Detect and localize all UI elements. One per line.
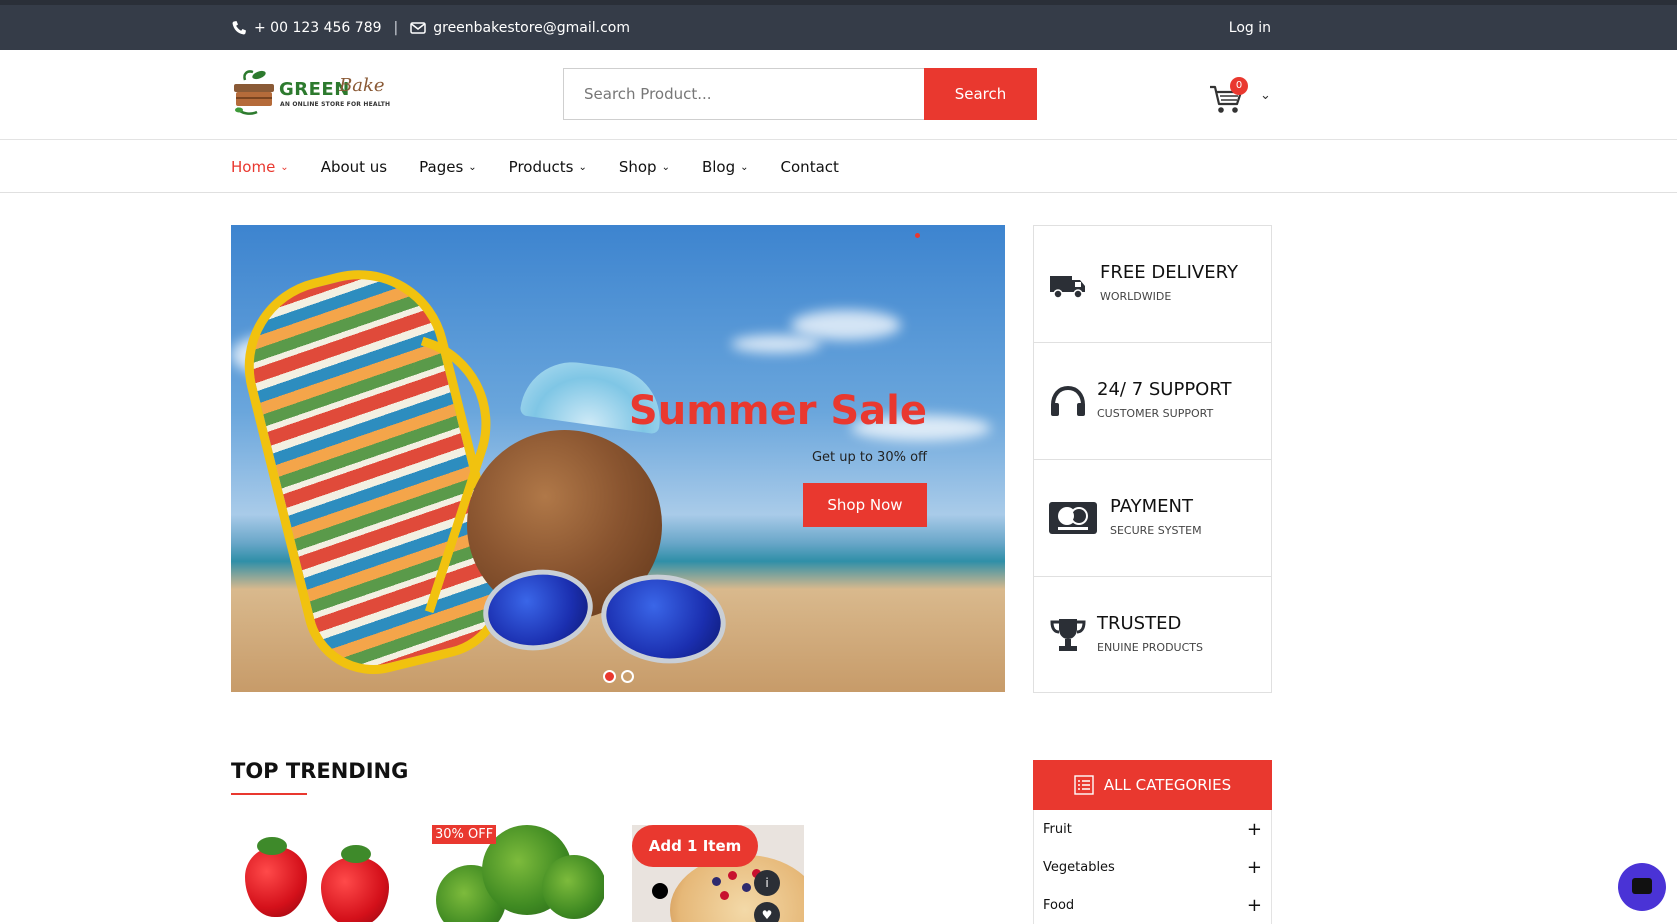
divider: |: [393, 19, 399, 36]
feature-title: PAYMENT: [1110, 496, 1193, 517]
hero-title: Summer Sale: [628, 388, 927, 434]
logo-tagline: AN ONLINE STORE FOR HEALTH: [280, 101, 391, 108]
hero-indicator-dot: [915, 233, 920, 238]
slider-dot-1[interactable]: [603, 670, 616, 683]
product-card[interactable]: 30% OFF: [432, 825, 604, 922]
heart-icon[interactable]: ♥: [754, 902, 780, 922]
nav-label: Home: [231, 158, 276, 176]
feature-title: 24/ 7 SUPPORT: [1097, 379, 1232, 400]
search-input[interactable]: [563, 68, 924, 120]
search-bar: Search: [563, 68, 1037, 120]
nav-label: Contact: [780, 158, 839, 176]
nav-item-pages[interactable]: Pages ⌄: [419, 158, 477, 176]
mastercard-icon: [1049, 502, 1097, 534]
hero-subtitle: Get up to 30% off: [811, 450, 927, 465]
slider-dot-2[interactable]: [621, 670, 634, 683]
section-title-top-trending: TOP TRENDING: [231, 759, 409, 783]
feature-trusted: TRUSTED ENUINE PRODUCTS: [1034, 577, 1271, 694]
phone-icon: [232, 20, 246, 34]
product-image-berry: [742, 883, 751, 892]
chat-widget-button[interactable]: [1618, 863, 1666, 911]
product-image-berry: [728, 871, 737, 880]
logo[interactable]: GREEN Bake AN ONLINE STORE FOR HEALTH: [231, 68, 401, 118]
category-label: Vegetables: [1043, 859, 1115, 875]
feature-support: 24/ 7 SUPPORT CUSTOMER SUPPORT: [1034, 343, 1271, 460]
cart-count-badge: 0: [1230, 77, 1248, 95]
nav-label: Products: [508, 158, 574, 176]
discount-badge: 30% OFF: [432, 825, 497, 844]
hero-cloud: [791, 310, 901, 340]
login-link[interactable]: Log in: [1229, 20, 1271, 36]
nav-label: Blog: [701, 158, 736, 176]
trophy-icon: [1050, 619, 1086, 651]
top-bar: + 00 123 456 789 | greenbakestore@gmail.…: [0, 0, 1677, 50]
all-categories-label: ALL CATEGORIES: [1103, 776, 1232, 794]
features-panel: FREE DELIVERY WORLDWIDE 24/ 7 SUPPORT CU…: [1033, 225, 1272, 693]
nav-item-home[interactable]: Home ⌄: [231, 158, 289, 176]
email-address[interactable]: greenbakestore@gmail.com: [433, 20, 630, 36]
feature-free-delivery: FREE DELIVERY WORLDWIDE: [1034, 226, 1271, 343]
product-image-strawberry: [321, 857, 389, 922]
nav-item-shop[interactable]: Shop ⌄: [619, 158, 670, 176]
chevron-down-icon: ⌄: [468, 161, 477, 173]
nav-label: Pages: [419, 158, 464, 176]
product-card[interactable]: Add 1 Item i ♥: [632, 825, 804, 922]
all-categories-header[interactable]: ALL CATEGORIES: [1033, 760, 1272, 810]
info-icon[interactable]: i: [754, 870, 780, 896]
add-to-cart-button[interactable]: Add 1 Item: [632, 825, 758, 867]
hero-cloud: [731, 335, 821, 353]
section-title-underline: [231, 793, 307, 795]
feature-subtitle: CUSTOMER SUPPORT: [1097, 407, 1214, 420]
categories-panel: ALL CATEGORIES Fruit + Vegetables + Food…: [1033, 760, 1272, 924]
cart-button[interactable]: 0: [1209, 77, 1249, 113]
mail-icon: [410, 21, 426, 34]
product-image-blackberry: [652, 883, 668, 899]
slider-pagination: [603, 670, 639, 683]
chevron-down-icon: ⌄: [740, 161, 749, 173]
feature-payment: PAYMENT SECURE SYSTEM: [1034, 460, 1271, 577]
category-label: Fruit: [1043, 821, 1072, 837]
category-label: Food: [1043, 897, 1075, 913]
chevron-down-icon: ⌄: [661, 161, 670, 173]
chevron-down-icon: ⌄: [578, 161, 587, 173]
product-image-broccoli: [542, 855, 604, 919]
feature-title: TRUSTED: [1097, 613, 1182, 634]
nav-label: About us: [320, 158, 388, 176]
search-button[interactable]: Search: [924, 68, 1037, 120]
header: GREEN Bake AN ONLINE STORE FOR HEALTH Se…: [0, 50, 1677, 140]
phone-number: + 00 123 456 789: [254, 19, 382, 36]
main-nav: Home ⌄ About us Pages ⌄ Products ⌄ Shop ⌄ Bl…: [0, 141, 1677, 193]
logo-script: Bake: [339, 75, 385, 96]
feature-subtitle: WORLDWIDE: [1100, 290, 1172, 303]
category-item-food[interactable]: Food +: [1033, 886, 1272, 924]
hero-slider: Summer Sale Get up to 30% off Shop Now: [231, 225, 1005, 692]
category-item-fruit[interactable]: Fruit +: [1033, 810, 1272, 848]
nav-item-about[interactable]: About us: [321, 158, 387, 176]
category-item-vegetables[interactable]: Vegetables +: [1033, 848, 1272, 886]
list-icon: [1074, 775, 1094, 795]
product-image-leaf: [257, 837, 287, 855]
nav-label: Shop: [618, 158, 657, 176]
product-card[interactable]: [231, 825, 403, 922]
cart-chevron-down-icon[interactable]: ⌄: [1260, 88, 1271, 103]
logo-basket-icon: [234, 70, 274, 115]
plus-icon[interactable]: +: [1247, 819, 1262, 840]
plus-icon[interactable]: +: [1247, 895, 1262, 916]
nav-item-blog[interactable]: Blog ⌄: [702, 158, 749, 176]
plus-icon[interactable]: +: [1247, 857, 1262, 878]
chevron-down-icon: ⌄: [280, 161, 289, 173]
nav-item-contact[interactable]: Contact: [781, 158, 839, 176]
nav-item-products[interactable]: Products ⌄: [509, 158, 587, 176]
product-image-strawberry: [245, 847, 307, 917]
feature-title: FREE DELIVERY: [1100, 262, 1238, 283]
headphones-icon: [1051, 385, 1085, 416]
product-image-berry: [712, 877, 721, 886]
product-image-berry: [720, 891, 729, 900]
feature-subtitle: ENUINE PRODUCTS: [1097, 641, 1203, 654]
product-image-leaf: [341, 845, 371, 863]
truck-icon: [1050, 276, 1085, 299]
feature-subtitle: SECURE SYSTEM: [1110, 524, 1202, 537]
shop-now-button[interactable]: Shop Now: [803, 483, 927, 527]
chat-bubble-icon: [1632, 878, 1652, 894]
